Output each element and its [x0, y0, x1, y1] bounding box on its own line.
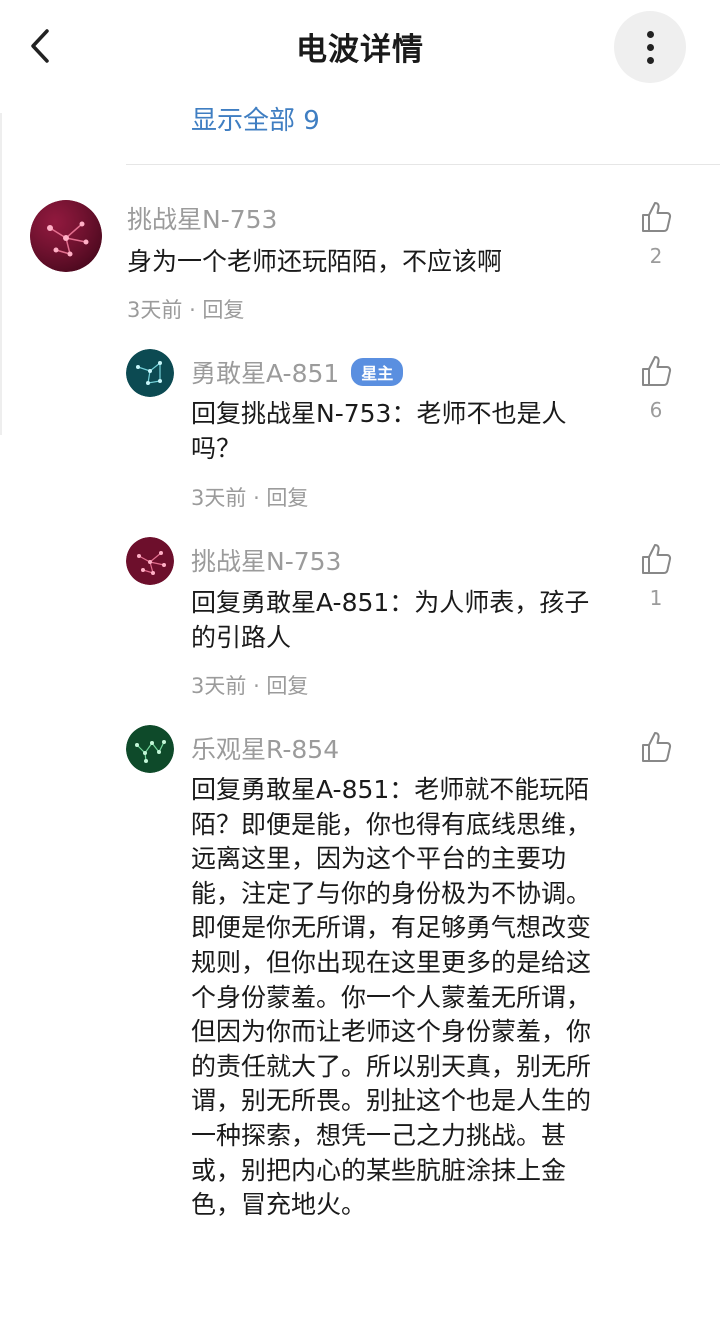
constellation-avatar-icon [30, 200, 102, 272]
constellation-avatar-icon [126, 725, 174, 773]
comment-time: 3天前 [191, 674, 247, 698]
comment-author[interactable]: 挑战星N-753 [191, 542, 341, 578]
thumbs-up-icon [642, 732, 672, 762]
author-name[interactable]: 勇敢星A-851 [191, 359, 339, 388]
more-options-button[interactable] [614, 11, 686, 83]
avatar[interactable] [30, 200, 102, 272]
comment-author[interactable]: 勇敢星A-851 星主 [191, 354, 404, 390]
more-vertical-icon-dot [646, 43, 654, 51]
comment-time: 3天前 [127, 298, 183, 322]
section-divider [126, 164, 720, 165]
more-vertical-icon-dot [646, 56, 654, 64]
comment-author[interactable]: 乐观星R-854 [191, 730, 339, 766]
comment-text: 回复勇敢星A-851：为人师表，孩子的引路人 [191, 588, 590, 652]
reply-button[interactable]: 回复 [266, 674, 308, 698]
comment-meta: 3天前 · 回复 [127, 294, 244, 324]
like-button[interactable]: 6 [636, 354, 676, 422]
comment-text: 身为一个老师还玩陌陌，不应该啊 [127, 247, 503, 276]
constellation-avatar-icon [126, 537, 174, 585]
thumbs-up-icon [642, 356, 672, 386]
thumbs-up-icon [642, 202, 672, 232]
page-title: 电波详情 [296, 32, 424, 68]
comment-meta: 3天前 · 回复 [191, 482, 308, 512]
meta-separator: · [253, 674, 267, 698]
like-count: 6 [649, 398, 663, 422]
constellation-avatar-icon [126, 349, 174, 397]
meta-separator: · [253, 486, 267, 510]
show-all-replies-link[interactable]: 显示全部 9 [191, 100, 320, 137]
avatar[interactable] [126, 725, 174, 773]
meta-separator: · [189, 298, 203, 322]
comment-meta: 3天前 · 回复 [191, 670, 308, 700]
reply-button[interactable]: 回复 [266, 486, 308, 510]
thumbs-up-icon [642, 544, 672, 574]
avatar[interactable] [126, 349, 174, 397]
like-count: 2 [649, 244, 663, 268]
comment-time: 3天前 [191, 486, 247, 510]
host-badge: 星主 [351, 358, 404, 386]
avatar[interactable] [126, 537, 174, 585]
comment-text: 回复挑战星N-753：老师不也是人吗？ [191, 399, 567, 463]
more-vertical-icon [646, 30, 654, 38]
like-button[interactable] [636, 730, 676, 764]
comment-author[interactable]: 挑战星N-753 [127, 200, 277, 236]
left-divider [0, 113, 2, 435]
like-count: 1 [649, 586, 663, 610]
top-bar: 电波详情 [0, 0, 720, 95]
comment-text: 回复勇敢星A-851：老师就不能玩陌陌？即便是能，你也得有底线思维，远离这里，因… [191, 775, 592, 1220]
reply-button[interactable]: 回复 [202, 298, 244, 322]
like-button[interactable]: 2 [636, 200, 676, 268]
like-button[interactable]: 1 [636, 542, 676, 610]
